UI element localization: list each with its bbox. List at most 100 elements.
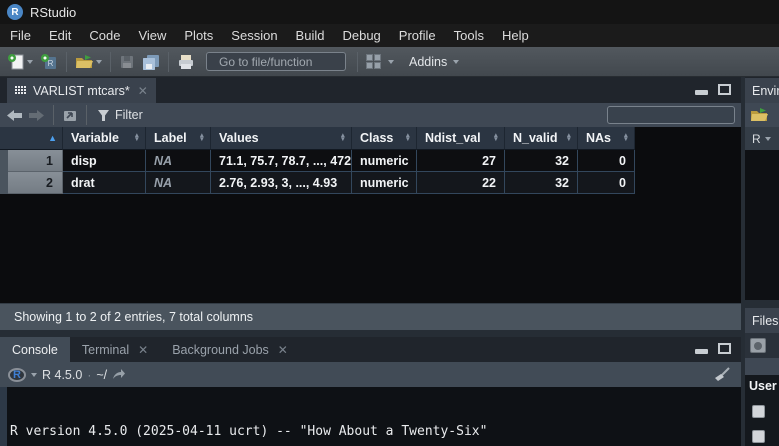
cell-label[interactable]: NA	[146, 172, 211, 194]
viewer-toolbar: Filter	[0, 103, 741, 127]
cell-n-valid[interactable]: 32	[505, 172, 578, 194]
back-arrow-icon[interactable]	[6, 109, 23, 122]
tab-terminal[interactable]: Terminal ✕	[70, 337, 160, 362]
r-version-caret-icon[interactable]	[31, 373, 37, 377]
environment-content	[745, 150, 779, 300]
source-tabbar: VARLIST mtcars* ✕	[0, 77, 741, 103]
column-header-n-valid[interactable]: N_valid ▲▼	[505, 127, 578, 150]
menu-help[interactable]: Help	[493, 24, 538, 47]
tab-close-icon[interactable]: ✕	[138, 84, 148, 98]
table-search-input[interactable]	[612, 108, 767, 122]
tab-files[interactable]: Files	[745, 308, 779, 333]
cell-values[interactable]: 71.1, 75.7, 78.7, ..., 472	[211, 150, 352, 172]
menu-profile[interactable]: Profile	[390, 24, 445, 47]
pane-layout-button[interactable]	[364, 53, 396, 70]
column-header-ndist-val[interactable]: Ndist_val ▲▼	[417, 127, 505, 150]
save-button[interactable]	[117, 53, 137, 71]
minimize-pane-icon[interactable]	[695, 349, 708, 354]
cell-ndist-val[interactable]: 22	[417, 172, 505, 194]
environment-toolbar	[745, 103, 779, 127]
open-file-caret-icon	[96, 60, 102, 64]
sort-ascending-icon: ▲	[48, 133, 57, 143]
column-header-class[interactable]: Class ▲▼	[352, 127, 417, 150]
window-title: RStudio	[30, 5, 76, 20]
working-directory[interactable]: ~/	[96, 368, 107, 382]
environment-tabbar: Environment	[745, 77, 779, 103]
table-search-box[interactable]	[607, 106, 735, 124]
open-in-window-icon[interactable]	[62, 109, 78, 122]
column-header-rownum[interactable]: ▲	[8, 127, 63, 150]
console-output: R version 4.5.0 (2025-04-11 ucrt) -- "Ho…	[0, 387, 741, 446]
column-header-label[interactable]: Label ▲▼	[146, 127, 211, 150]
tab-close-icon[interactable]: ✕	[138, 343, 148, 357]
menu-plots[interactable]: Plots	[175, 24, 222, 47]
open-file-button[interactable]	[73, 53, 104, 71]
cell-nas[interactable]: 0	[578, 150, 635, 172]
menu-edit[interactable]: Edit	[40, 24, 80, 47]
goto-directory-icon[interactable]	[112, 369, 126, 380]
tab-console[interactable]: Console	[0, 337, 70, 362]
print-icon	[177, 54, 195, 70]
packages-list: User Library	[745, 375, 779, 446]
svg-text:R: R	[48, 59, 54, 68]
save-icon	[119, 54, 135, 70]
environment-scope-selector[interactable]: R	[745, 127, 779, 150]
r-version-label[interactable]: R 4.5.0	[42, 368, 82, 382]
column-header-label: Class	[360, 131, 393, 145]
load-workspace-folder-icon[interactable]	[750, 107, 769, 123]
console-header: R R 4.5.0 · ~/	[0, 362, 741, 387]
menu-debug[interactable]: Debug	[333, 24, 389, 47]
toolbar-separator	[357, 52, 358, 72]
package-checkbox[interactable]	[752, 430, 765, 443]
cell-class[interactable]: numeric	[352, 172, 417, 194]
menu-view[interactable]: View	[129, 24, 175, 47]
menu-tools[interactable]: Tools	[445, 24, 493, 47]
minimize-pane-icon[interactable]	[695, 90, 708, 95]
new-file-button[interactable]	[5, 52, 35, 72]
tab-terminal-label: Terminal	[82, 343, 129, 357]
sort-icon: ▲▼	[623, 134, 629, 143]
clear-console-broom-icon[interactable]	[713, 367, 731, 382]
menu-code[interactable]: Code	[80, 24, 129, 47]
packages-toolbar	[745, 333, 779, 358]
filter-funnel-icon	[97, 109, 110, 122]
cell-n-valid[interactable]: 32	[505, 150, 578, 172]
install-packages-icon[interactable]	[750, 338, 766, 353]
cell-nas[interactable]: 0	[578, 172, 635, 194]
new-project-button[interactable]: R	[38, 52, 60, 72]
column-header-label: N_valid	[513, 131, 557, 145]
main-toolbar: R	[0, 47, 779, 77]
package-checkbox[interactable]	[752, 405, 765, 418]
column-header-values[interactable]: Values ▲▼	[211, 127, 352, 150]
filter-button[interactable]: Filter	[95, 107, 145, 123]
goto-file-input[interactable]	[219, 55, 374, 69]
column-header-variable[interactable]: Variable ▲▼	[63, 127, 146, 150]
print-button[interactable]	[175, 53, 197, 71]
tab-environment[interactable]: Environment	[745, 78, 779, 103]
table-status-text: Showing 1 to 2 of 2 entries, 7 total col…	[14, 310, 253, 324]
cell-variable[interactable]: drat	[63, 172, 146, 194]
files-packages-pane: Files User Library	[745, 308, 779, 446]
menu-session[interactable]: Session	[222, 24, 286, 47]
column-header-nas[interactable]: NAs ▲▼	[578, 127, 635, 150]
tab-close-icon[interactable]: ✕	[278, 343, 288, 357]
cell-variable[interactable]: disp	[63, 150, 146, 172]
addins-caret-icon	[453, 60, 459, 64]
environment-scope-label: R	[752, 132, 761, 146]
menu-file[interactable]: File	[1, 24, 40, 47]
menu-build[interactable]: Build	[287, 24, 334, 47]
pane-layout-caret-icon	[388, 60, 394, 64]
maximize-pane-icon[interactable]	[718, 343, 731, 354]
cell-ndist-val[interactable]: 27	[417, 150, 505, 172]
maximize-pane-icon[interactable]	[718, 84, 731, 95]
tab-background-jobs[interactable]: Background Jobs ✕	[160, 337, 300, 362]
cell-class[interactable]: numeric	[352, 150, 417, 172]
cell-values[interactable]: 2.76, 2.93, 3, ..., 4.93	[211, 172, 352, 194]
forward-arrow-icon[interactable]	[28, 109, 45, 122]
addins-button[interactable]: Addins	[399, 54, 461, 70]
tab-varlist-mtcars[interactable]: VARLIST mtcars* ✕	[7, 78, 156, 103]
toolbar-separator	[86, 105, 87, 125]
save-all-button[interactable]	[140, 53, 162, 71]
goto-file-function-box[interactable]	[206, 52, 346, 71]
cell-label[interactable]: NA	[146, 150, 211, 172]
